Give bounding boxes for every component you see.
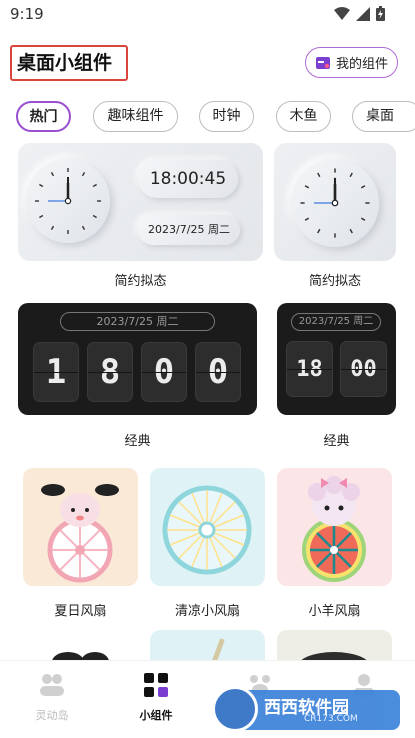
tab-fun-widgets[interactable]: 趣味组件 (93, 101, 178, 132)
widget-flip-clock-large[interactable]: 2023/7/25 周二 1 8 0 0 (18, 303, 257, 415)
status-bar: 9:19 (0, 0, 415, 30)
fan-illustration (162, 485, 252, 575)
widget-caption: 经典 (323, 434, 350, 449)
flip-date: 2023/7/25 周二 (60, 312, 215, 331)
widgets-grid-icon (144, 673, 168, 697)
tab-hot[interactable]: 热门 (16, 101, 71, 132)
widget-caption: 夏日风扇 (54, 604, 107, 619)
nav-label: 小组件 (139, 709, 173, 722)
widget-caption: 清凉小风扇 (174, 604, 240, 619)
widget-neumorphic-small[interactable] (274, 143, 396, 261)
analog-clock (26, 159, 110, 243)
widget-cool-fan[interactable] (150, 468, 265, 586)
widget-caption: 经典 (124, 434, 151, 449)
widget-next-row-2[interactable] (150, 630, 265, 660)
widget-next-row-1[interactable] (23, 630, 138, 660)
battery-icon (376, 6, 385, 21)
my-widgets-label: 我的组件 (335, 57, 388, 72)
my-widgets-button[interactable]: 我的组件 (305, 47, 398, 78)
flip-digit: 0 (195, 342, 241, 402)
fan-illustration (301, 652, 367, 660)
tab-desktop[interactable]: 桌面 (352, 101, 415, 132)
flip-digit: 1 (33, 342, 79, 402)
page-title: 桌面小组件 (10, 45, 128, 81)
nav-dynamic-island[interactable]: 灵动岛 (12, 671, 92, 723)
tab-wooden-fish[interactable]: 木鱼 (276, 101, 331, 132)
widget-box-icon (315, 56, 330, 69)
status-time: 9:19 (10, 5, 44, 23)
digital-time: 18:00:45 (138, 160, 238, 198)
fan-illustration (302, 476, 366, 582)
nav-label: 灵动岛 (35, 709, 69, 722)
widget-sheep-fan[interactable] (277, 468, 392, 586)
widget-caption: 小羊风扇 (308, 604, 361, 619)
status-icons (334, 6, 385, 21)
clock-face-icon (35, 168, 101, 234)
flip-digit: 0 (141, 342, 187, 402)
flip-digit: 00 (340, 341, 387, 397)
clock-date: 2023/7/25 周二 (138, 215, 240, 245)
watermark-logo: 西西软件园 CR173.COM (212, 686, 400, 732)
widget-caption: 简约拟态 (308, 274, 361, 289)
widget-summer-fan[interactable] (23, 468, 138, 586)
clock-face-icon (300, 168, 370, 238)
analog-clock (291, 159, 379, 247)
widget-next-row-3[interactable] (277, 630, 392, 660)
flip-date: 2023/7/25 周二 (291, 313, 381, 331)
category-tabs: 热门 趣味组件 时钟 木鱼 桌面 (0, 99, 415, 135)
widget-gallery[interactable]: 18:00:45 2023/7/25 周二 简约拟态 简约拟态 2023/7/2… (0, 140, 415, 660)
fan-illustration (52, 652, 109, 660)
flip-digit: 18 (286, 341, 333, 397)
watermark-emblem (212, 686, 258, 732)
nav-widgets[interactable]: 小组件 (116, 671, 196, 723)
fan-illustration (210, 638, 225, 660)
dynamic-island-icon (40, 674, 64, 696)
fan-illustration (41, 484, 119, 583)
header: 桌面小组件 我的组件 (0, 38, 415, 88)
watermark-subtext: CR173.COM (304, 714, 358, 724)
widget-neumorphic-large[interactable]: 18:00:45 2023/7/25 周二 (18, 143, 263, 261)
signal-icon (356, 6, 370, 21)
widget-flip-clock-small[interactable]: 2023/7/25 周二 18 00 (277, 303, 396, 415)
wifi-icon (334, 6, 350, 20)
tab-clock[interactable]: 时钟 (199, 101, 254, 132)
widget-caption: 简约拟态 (114, 274, 167, 289)
flip-digit: 8 (87, 342, 133, 402)
